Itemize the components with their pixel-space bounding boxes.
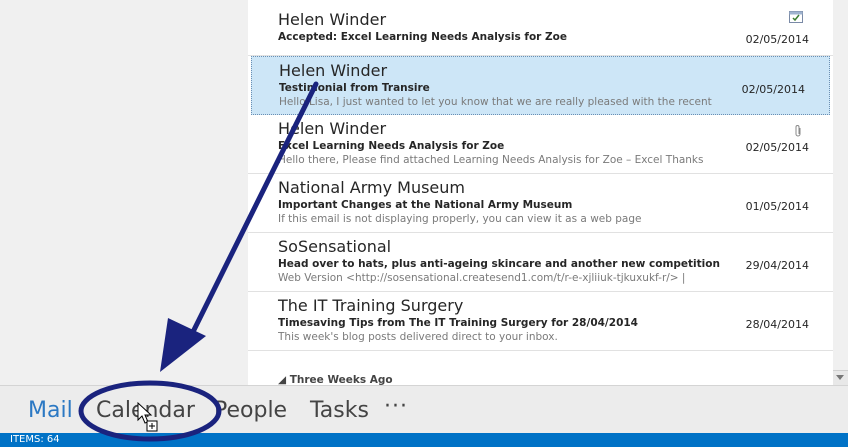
message-subject: Testimonial from Transire xyxy=(279,82,430,94)
message-date: 28/04/2014 xyxy=(745,318,809,331)
nav-people[interactable]: People xyxy=(214,398,287,424)
status-bar: ITEMS: 64 xyxy=(0,433,848,447)
scroll-down-button[interactable] xyxy=(833,370,848,385)
message-preview: Hello Lisa, I just wanted to let you kno… xyxy=(279,96,712,108)
message-list: Helen Winder Accepted: Excel Learning Ne… xyxy=(248,0,833,385)
message-date: 01/05/2014 xyxy=(745,200,809,213)
message-preview: Hello there, Please find attached Learni… xyxy=(278,154,704,166)
item-count: ITEMS: 64 xyxy=(10,434,60,445)
message-preview: If this email is not displaying properly… xyxy=(278,213,642,225)
message-sender: The IT Training Surgery xyxy=(278,296,464,315)
message-row[interactable]: National Army Museum Important Changes a… xyxy=(248,174,833,233)
nav-tasks[interactable]: Tasks xyxy=(310,398,369,424)
chevron-down-icon xyxy=(836,375,844,380)
message-date: 02/05/2014 xyxy=(745,33,809,46)
calendar-accepted-icon xyxy=(789,8,803,27)
message-sender: SoSensational xyxy=(278,237,392,256)
message-row[interactable]: Helen Winder Accepted: Excel Learning Ne… xyxy=(248,0,833,56)
message-date: 29/04/2014 xyxy=(745,259,809,272)
paperclip-icon xyxy=(793,123,803,142)
message-subject: Excel Learning Needs Analysis for Zoe xyxy=(278,140,505,152)
message-preview: Web Version <http://sosensational.create… xyxy=(278,272,686,284)
group-header-three-weeks-ago[interactable]: ◢ Three Weeks Ago xyxy=(278,374,393,385)
message-sender: Helen Winder xyxy=(279,61,388,80)
message-sender: Helen Winder xyxy=(278,10,387,29)
message-row[interactable]: SoSensational Head over to hats, plus an… xyxy=(248,233,833,292)
message-subject: Accepted: Excel Learning Needs Analysis … xyxy=(278,31,567,43)
message-sender: Helen Winder xyxy=(278,119,387,138)
message-date: 02/05/2014 xyxy=(741,83,805,96)
folder-pane xyxy=(0,0,248,385)
message-subject: Timesaving Tips from The IT Training Sur… xyxy=(278,317,638,329)
navigation-bar: Mail Calendar People Tasks ··· xyxy=(0,385,848,433)
message-list-scrollbar[interactable] xyxy=(833,0,848,385)
message-row-selected[interactable]: Helen Winder Testimonial from Transire H… xyxy=(251,56,830,115)
message-sender: National Army Museum xyxy=(278,178,465,197)
message-preview: This week's blog posts delivered direct … xyxy=(278,331,558,343)
message-subject: Important Changes at the National Army M… xyxy=(278,199,573,211)
message-row[interactable]: Helen Winder Excel Learning Needs Analys… xyxy=(248,115,833,174)
nav-mail[interactable]: Mail xyxy=(28,398,73,424)
message-row[interactable]: The IT Training Surgery Timesaving Tips … xyxy=(248,292,833,351)
nav-more-options[interactable]: ··· xyxy=(384,394,408,419)
message-date: 02/05/2014 xyxy=(745,141,809,154)
message-subject: Head over to hats, plus anti-ageing skin… xyxy=(278,258,720,270)
nav-calendar[interactable]: Calendar xyxy=(96,398,195,424)
